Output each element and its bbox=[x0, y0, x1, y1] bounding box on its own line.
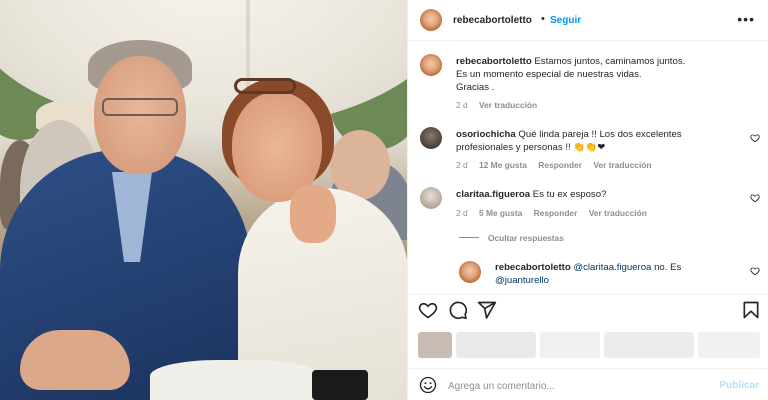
man-hands bbox=[20, 330, 130, 390]
caption-username[interactable]: rebecabortoletto bbox=[456, 56, 532, 67]
mention-link[interactable]: @claritaa.figueroa bbox=[573, 262, 651, 273]
reply-button[interactable]: Responder bbox=[538, 160, 582, 170]
action-bar bbox=[408, 294, 768, 324]
comment-username[interactable]: claritaa.figueroa bbox=[456, 189, 530, 200]
reply-text: no. Es bbox=[654, 262, 682, 273]
comment-meta: 2 d 5 Me gusta Responder Ver traducción bbox=[456, 208, 656, 218]
share-icon[interactable] bbox=[477, 300, 497, 320]
translate-link[interactable]: Ver traducción bbox=[479, 100, 537, 110]
caption: rebecabortoletto Estamos juntos, caminam… bbox=[456, 55, 685, 94]
reply-username[interactable]: rebecabortoletto bbox=[495, 262, 571, 273]
comment-text: Qué linda pareja !! Los dos excelentes bbox=[518, 129, 682, 140]
comment-age[interactable]: 2 d bbox=[456, 208, 468, 218]
avatar[interactable] bbox=[420, 9, 442, 31]
heart-icon[interactable] bbox=[418, 300, 438, 320]
comments-list: rebecabortoletto Estamos juntos, caminam… bbox=[408, 41, 768, 294]
comment-text-cont: profesionales y personas !! bbox=[456, 142, 571, 153]
translate-link[interactable]: Ver traducción bbox=[593, 160, 651, 170]
comment-meta: 2 d 12 Me gusta Responder Ver traducción bbox=[456, 160, 661, 170]
comment-username[interactable]: osoriochicha bbox=[456, 129, 516, 140]
hide-replies-button[interactable]: Ocultar respuestas bbox=[488, 233, 564, 243]
comment: claritaa.figueroa Es tu ex esposo? bbox=[456, 188, 606, 201]
reply-button[interactable]: Responder bbox=[534, 208, 578, 218]
follow-button[interactable]: Seguir bbox=[550, 15, 581, 26]
post-sidebar: rebecabortoletto • Seguir ••• rebecabort… bbox=[407, 0, 768, 400]
avatar[interactable] bbox=[420, 127, 442, 149]
caption-line3: Gracias . bbox=[456, 82, 495, 93]
publish-button[interactable]: Publicar bbox=[720, 380, 759, 391]
caption-line2: Es un momento especial de nuestras vidas… bbox=[456, 69, 642, 80]
more-horizontal-icon[interactable]: ••• bbox=[737, 12, 755, 26]
heart-icon[interactable] bbox=[750, 133, 760, 143]
comment-emojis: 👏👏❤ bbox=[573, 142, 606, 153]
author-username[interactable]: rebecabortoletto bbox=[453, 15, 532, 26]
reply-comment: rebecabortoletto @claritaa.figueroa no. … bbox=[495, 261, 745, 287]
woman-sunglasses bbox=[234, 78, 296, 94]
comment: osoriochicha Qué linda pareja !! Los dos… bbox=[456, 128, 682, 154]
post-header: rebecabortoletto • Seguir ••• bbox=[408, 0, 768, 41]
woman-hand bbox=[290, 185, 336, 243]
heart-icon[interactable] bbox=[750, 266, 760, 276]
avatar[interactable] bbox=[420, 54, 442, 76]
translate-link[interactable]: Ver traducción bbox=[589, 208, 647, 218]
replies-divider bbox=[459, 237, 479, 238]
comment-icon[interactable] bbox=[448, 300, 468, 320]
caption-line1: Estamos juntos, caminamos juntos. bbox=[534, 56, 686, 67]
comment-input[interactable] bbox=[448, 378, 698, 394]
tablecloth bbox=[150, 360, 320, 400]
avatar[interactable] bbox=[459, 261, 481, 283]
mention-link[interactable]: @juanturello bbox=[495, 275, 549, 286]
comment-text: Es tu ex esposo? bbox=[532, 189, 607, 200]
bookmark-icon[interactable] bbox=[741, 300, 761, 320]
comment-age[interactable]: 2 d bbox=[456, 160, 468, 170]
phone-on-table bbox=[312, 370, 368, 400]
post-photo[interactable] bbox=[0, 0, 407, 400]
comment-likes[interactable]: 12 Me gusta bbox=[479, 160, 527, 170]
add-comment-bar: Publicar bbox=[408, 368, 768, 400]
comment-likes[interactable]: 5 Me gusta bbox=[479, 208, 522, 218]
separator-dot: • bbox=[541, 13, 545, 25]
man-glasses bbox=[102, 98, 178, 116]
heart-icon[interactable] bbox=[750, 193, 760, 203]
caption-meta: 2 d Ver traducción bbox=[456, 100, 546, 110]
avatar[interactable] bbox=[420, 187, 442, 209]
likes-summary-blurred bbox=[408, 324, 768, 364]
caption-age[interactable]: 2 d bbox=[456, 100, 468, 110]
emoji-icon[interactable] bbox=[419, 376, 437, 394]
